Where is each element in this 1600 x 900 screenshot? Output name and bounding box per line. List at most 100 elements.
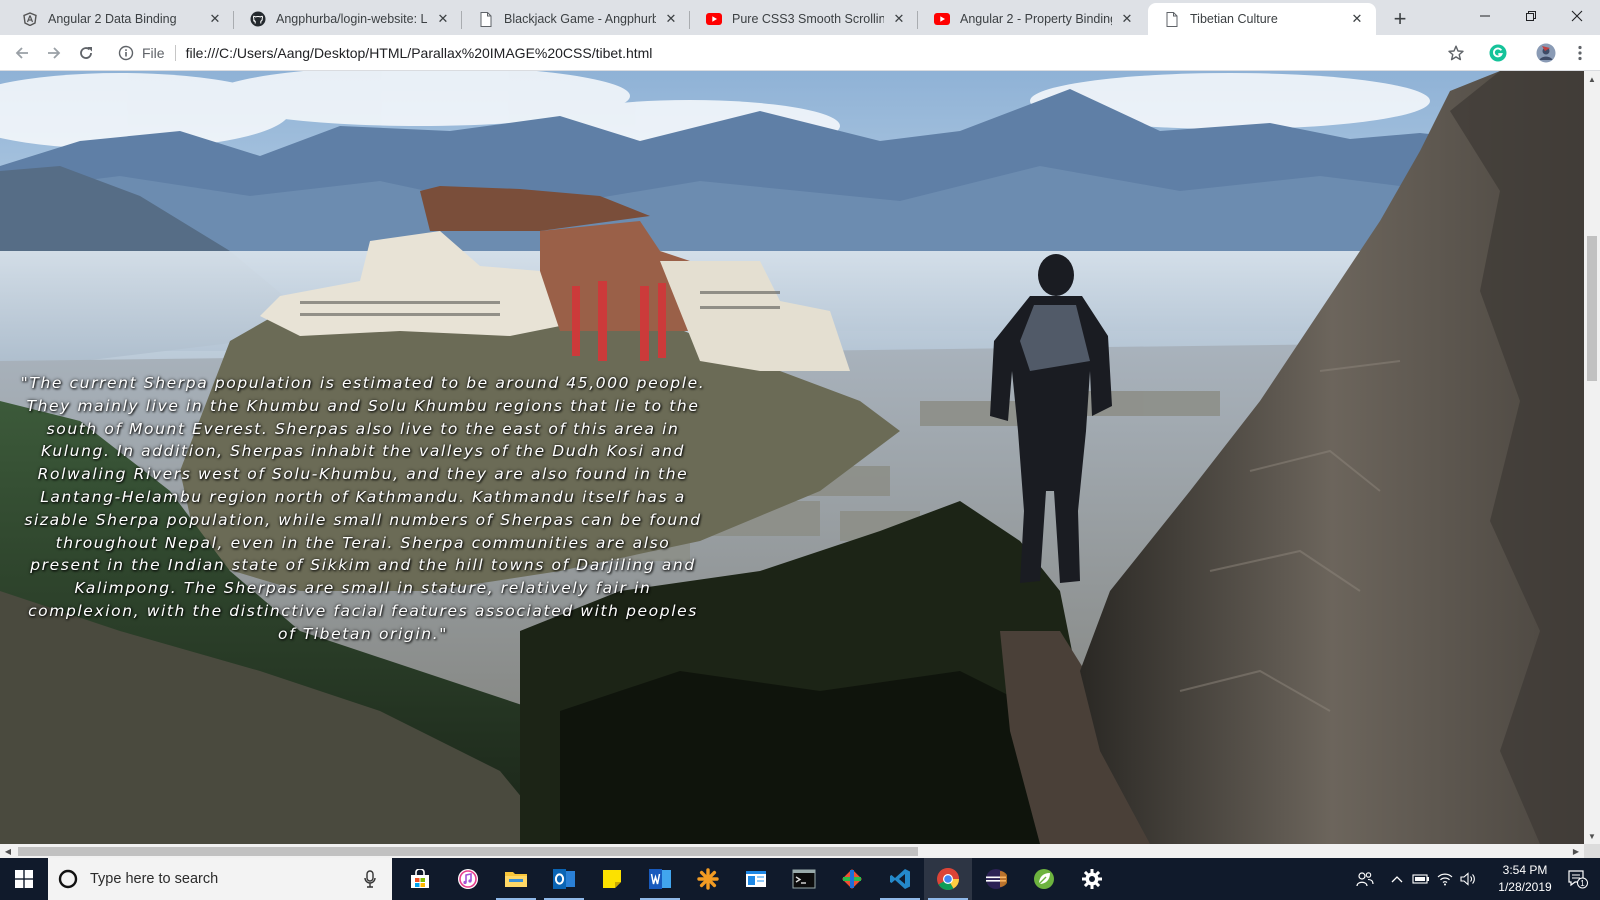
- git-icon: [842, 869, 862, 889]
- vertical-scrollbar[interactable]: ▲ ▼: [1584, 71, 1600, 844]
- taskbar-word[interactable]: [636, 858, 684, 900]
- show-hidden-icons-button[interactable]: [1386, 858, 1408, 900]
- search-placeholder: Type here to search: [90, 871, 219, 887]
- microphone-icon[interactable]: [364, 870, 376, 888]
- tab-angular-property-binding[interactable]: Angular 2 - Property Binding - ✕: [918, 3, 1146, 35]
- tab-title: Angphurba/login-website: Log: [276, 12, 428, 26]
- scroll-down-icon[interactable]: ▼: [1584, 828, 1600, 844]
- file-explorer-icon: [505, 872, 527, 887]
- document-icon: [478, 11, 494, 27]
- scroll-up-icon[interactable]: ▲: [1584, 71, 1600, 87]
- taskbar-spring[interactable]: [1020, 858, 1068, 900]
- taskbar-outlook[interactable]: [540, 858, 588, 900]
- close-icon[interactable]: ✕: [662, 10, 680, 28]
- tab-tibetian-culture[interactable]: Tibetian Culture ✕: [1148, 3, 1376, 35]
- tab-title: Pure CSS3 Smooth Scrolling To: [732, 12, 884, 26]
- network-status[interactable]: [1434, 858, 1456, 900]
- taskbar-search-box[interactable]: Type here to search: [48, 858, 392, 900]
- close-icon[interactable]: ✕: [1348, 10, 1366, 28]
- close-icon: [1571, 10, 1583, 22]
- reload-button[interactable]: [72, 39, 100, 67]
- back-button[interactable]: [8, 39, 36, 67]
- kebab-menu-icon: [1578, 45, 1582, 61]
- info-icon[interactable]: [118, 45, 134, 61]
- reload-icon: [80, 47, 92, 59]
- page-viewport: "The current Sherpa population is estima…: [0, 71, 1584, 844]
- horizontal-scrollbar[interactable]: ◀ ▶: [0, 844, 1584, 858]
- taskbar-sticky-notes[interactable]: [588, 858, 636, 900]
- taskbar-window-app[interactable]: [732, 858, 780, 900]
- tab-angular-data-binding[interactable]: Angular 2 Data Binding ✕: [6, 3, 234, 35]
- omnibox-divider: [174, 45, 176, 61]
- people-button[interactable]: [1352, 858, 1378, 900]
- profile-avatar-button[interactable]: [1532, 39, 1560, 67]
- close-icon[interactable]: ✕: [434, 10, 452, 28]
- close-window-button[interactable]: [1554, 0, 1600, 32]
- taskbar-chrome[interactable]: [924, 858, 972, 900]
- wifi-icon: [1437, 873, 1453, 886]
- taskbar-file-explorer[interactable]: [492, 858, 540, 900]
- youtube-icon: [934, 11, 950, 27]
- start-button[interactable]: [0, 858, 48, 900]
- bamboo-icon: [697, 868, 719, 890]
- sticky-notes-icon: [603, 870, 621, 888]
- taskbar-vscode[interactable]: [876, 858, 924, 900]
- close-icon[interactable]: ✕: [206, 10, 224, 28]
- outlook-icon: [553, 869, 575, 889]
- terminal-icon: [792, 869, 816, 889]
- speaker-icon: [1460, 872, 1475, 886]
- close-icon[interactable]: ✕: [890, 10, 908, 28]
- tab-css3-smooth-scrolling[interactable]: Pure CSS3 Smooth Scrolling To ✕: [690, 3, 918, 35]
- arrow-left-icon: [15, 47, 28, 59]
- forward-button[interactable]: [40, 39, 68, 67]
- url-text[interactable]: file:///C:/Users/Aang/Desktop/HTML/Paral…: [186, 45, 653, 61]
- grammarly-icon: [1489, 44, 1507, 62]
- scroll-right-icon[interactable]: ▶: [1568, 844, 1584, 858]
- battery-status[interactable]: [1410, 858, 1432, 900]
- scheme-label: File: [142, 45, 165, 61]
- github-icon: [250, 11, 266, 27]
- document-icon: [1164, 11, 1180, 27]
- chevron-up-icon: [1391, 876, 1403, 883]
- close-icon[interactable]: ✕: [1118, 10, 1136, 28]
- scrollbar-thumb[interactable]: [18, 847, 918, 856]
- taskbar-git[interactable]: [828, 858, 876, 900]
- cortana-icon: [58, 869, 78, 889]
- taskbar-settings[interactable]: [1068, 858, 1116, 900]
- new-tab-button[interactable]: +: [1386, 6, 1414, 32]
- tab-blackjack-game[interactable]: Blackjack Game - Angphurba S ✕: [462, 3, 690, 35]
- youtube-icon: [706, 11, 722, 27]
- angular-icon: [22, 11, 38, 27]
- people-icon: [1356, 872, 1374, 887]
- sherpa-quote: "The current Sherpa population is estima…: [20, 374, 706, 643]
- settings-icon: [1082, 869, 1102, 889]
- taskbar-terminal[interactable]: [780, 858, 828, 900]
- menu-button[interactable]: [1566, 39, 1594, 67]
- taskbar-bamboo[interactable]: [684, 858, 732, 900]
- vscode-icon: [890, 869, 910, 889]
- scroll-left-icon[interactable]: ◀: [0, 844, 16, 858]
- windows-taskbar: Type here to search 3:54 PM 1/28/2019 1: [0, 858, 1600, 900]
- minimize-button[interactable]: [1462, 0, 1508, 32]
- taskbar-eclipse[interactable]: [972, 858, 1020, 900]
- restore-button[interactable]: [1508, 0, 1554, 32]
- grammarly-extension-button[interactable]: [1484, 39, 1512, 67]
- taskbar-store[interactable]: [396, 858, 444, 900]
- window-app-icon: [746, 871, 766, 887]
- restore-icon: [1526, 11, 1536, 21]
- bookmark-button[interactable]: [1442, 39, 1470, 67]
- scrollbar-thumb[interactable]: [1587, 236, 1597, 381]
- store-icon: [411, 869, 429, 888]
- action-center-button[interactable]: 1: [1560, 858, 1596, 900]
- avatar-icon: [1536, 43, 1556, 63]
- eclipse-icon: [986, 869, 1007, 889]
- browser-toolbar: File file:///C:/Users/Aang/Desktop/HTML/…: [0, 35, 1600, 71]
- tab-title: Blackjack Game - Angphurba S: [504, 12, 656, 26]
- battery-icon: [1412, 874, 1429, 884]
- taskbar-itunes[interactable]: [444, 858, 492, 900]
- tab-title: Tibetian Culture: [1190, 12, 1278, 26]
- notification-count: 1: [1580, 879, 1585, 888]
- scrollbar-corner: [1584, 844, 1600, 858]
- address-bar[interactable]: File file:///C:/Users/Aang/Desktop/HTML/…: [108, 39, 1480, 67]
- tab-login-website[interactable]: Angphurba/login-website: Log ✕: [234, 3, 462, 35]
